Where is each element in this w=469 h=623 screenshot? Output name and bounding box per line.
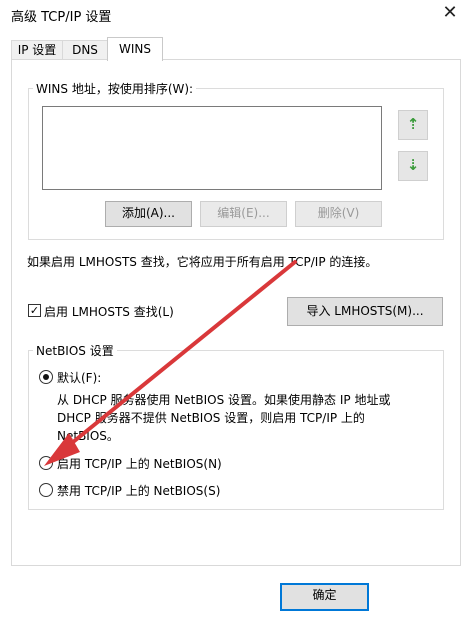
import-lmhosts-button[interactable]: 导入 LMHOSTS(M)... <box>287 297 443 326</box>
netbios-description-line-2: DHCP 服务器不提供 NetBIOS 设置，则启用 TCP/IP 上的 <box>57 411 365 425</box>
netbios-enable-label[interactable]: 启用 TCP/IP 上的 NetBIOS(N) <box>57 455 222 472</box>
lmhosts-info-text: 如果启用 LMHOSTS 查找，它将应用于所有启用 TCP/IP 的连接。 <box>27 255 378 269</box>
close-icon[interactable]: ✕ <box>437 2 463 26</box>
netbios-disable-radio[interactable] <box>39 483 53 497</box>
ok-button[interactable]: 确定 <box>280 583 369 611</box>
enable-lmhosts-label[interactable]: 启用 LMHOSTS 查找(L) <box>44 303 174 320</box>
netbios-description-line-1: 从 DHCP 服务器使用 NetBIOS 设置。如果使用静态 IP 地址或 <box>57 393 391 407</box>
netbios-description-line-3: NetBIOS。 <box>57 429 119 443</box>
arrow-up-icon: ⇡ <box>406 115 420 133</box>
tab-strip: IP 设置 DNS WINS <box>11 37 461 61</box>
netbios-group-label: NetBIOS 设置 <box>33 342 117 359</box>
tab-ip-settings[interactable]: IP 设置 <box>11 40 63 60</box>
wins-address-list[interactable] <box>42 106 382 190</box>
move-up-button[interactable]: ⇡ <box>398 110 428 140</box>
checkmark-icon: ✓ <box>29 304 40 317</box>
move-down-button[interactable]: ⇣ <box>398 151 428 181</box>
netbios-disable-label[interactable]: 禁用 TCP/IP 上的 NetBIOS(S) <box>57 482 220 499</box>
wins-address-group-label: WINS 地址，按使用排序(W): <box>33 80 197 97</box>
netbios-default-radio[interactable] <box>39 370 53 384</box>
window-title: 高级 TCP/IP 设置 <box>11 10 112 25</box>
title-bar: 高级 TCP/IP 设置 ✕ <box>0 0 469 30</box>
arrow-down-icon: ⇣ <box>406 156 420 174</box>
enable-lmhosts-checkbox[interactable]: ✓ <box>28 304 41 317</box>
tab-wins[interactable]: WINS <box>107 37 163 61</box>
netbios-default-label[interactable]: 默认(F): <box>57 369 101 386</box>
tab-dns[interactable]: DNS <box>62 40 108 60</box>
netbios-enable-radio[interactable] <box>39 456 53 470</box>
remove-button[interactable]: 删除(V) <box>295 201 382 227</box>
edit-button[interactable]: 编辑(E)... <box>200 201 287 227</box>
add-button[interactable]: 添加(A)... <box>105 201 192 227</box>
